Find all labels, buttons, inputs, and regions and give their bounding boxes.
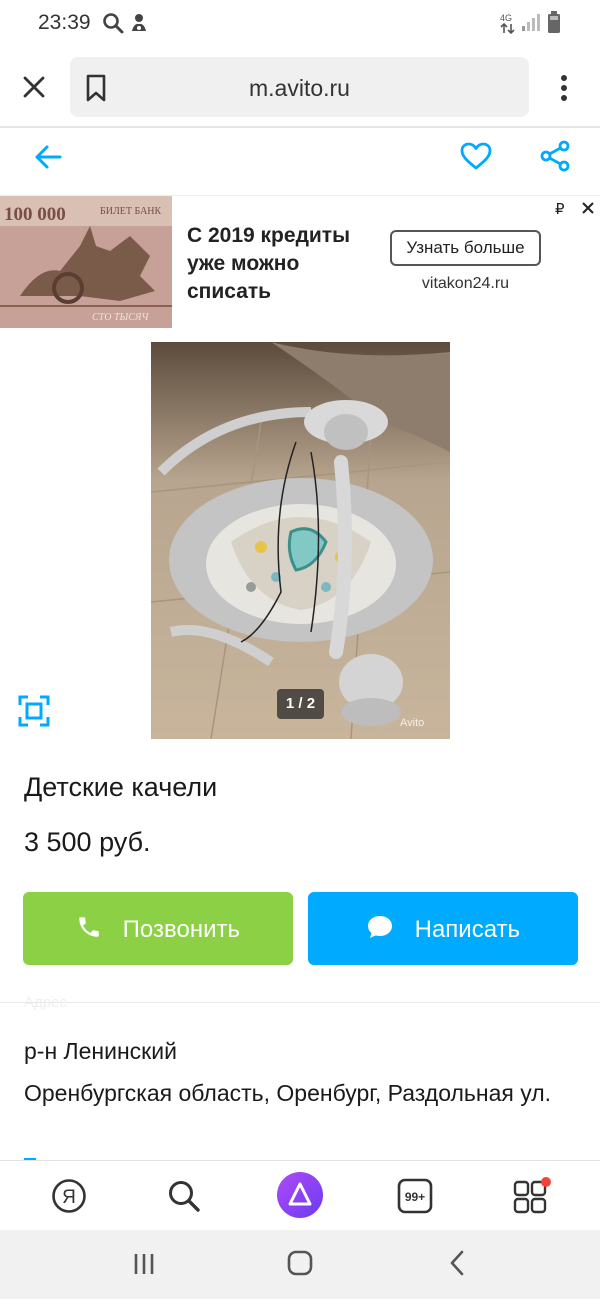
photo-counter: 1 / 2 <box>277 689 324 719</box>
baby-swing-photo <box>151 342 450 739</box>
browser-toolbar: m.avito.ru <box>0 46 600 128</box>
ad-domain[interactable]: vitakon24.ru <box>390 275 541 293</box>
banknote-illustration: 100 000 БИЛЕТ БАНК СТО ТЫСЯЧ <box>0 196 172 328</box>
heart-icon[interactable] <box>460 142 492 175</box>
battery-icon <box>547 10 561 39</box>
status-time: 23:39 <box>38 11 91 34</box>
ad-headline[interactable]: С 2019 кредиты уже можно списать <box>187 222 377 306</box>
phone-icon <box>76 916 123 943</box>
address: Оренбургская область, Оренбург, Раздольн… <box>24 1080 552 1106</box>
call-button[interactable]: Позвонить <box>23 892 293 965</box>
listing-photo[interactable] <box>151 342 450 739</box>
call-button-label: Позвонить <box>122 916 240 943</box>
divider <box>0 1002 600 1003</box>
apps-icon[interactable] <box>513 1176 553 1221</box>
search-icon[interactable] <box>166 1178 202 1219</box>
svg-text:4G: 4G <box>500 13 512 23</box>
back-icon[interactable] <box>448 1250 466 1281</box>
fullscreen-icon[interactable] <box>18 695 50 732</box>
close-icon[interactable] <box>22 75 46 104</box>
svg-text:99+: 99+ <box>405 1190 425 1204</box>
ad-banner[interactable]: 100 000 БИЛЕТ БАНК СТО ТЫСЯЧ С 2019 кред… <box>0 196 600 332</box>
bottom-toolbar: Я 99+ <box>0 1160 600 1230</box>
system-nav-bar <box>0 1230 600 1299</box>
photo-gallery[interactable]: 1 / 2 Avito <box>0 340 600 740</box>
share-icon[interactable] <box>540 140 570 177</box>
ad-image[interactable]: 100 000 БИЛЕТ БАНК СТО ТЫСЯЧ <box>0 196 172 328</box>
signal-icon <box>520 12 540 37</box>
ad-currency-mark: ₽ <box>555 201 565 218</box>
watermark: Avito <box>400 717 425 729</box>
svg-text:100 000: 100 000 <box>4 204 66 225</box>
chat-bubble-icon <box>366 916 415 943</box>
yandex-icon[interactable]: Я <box>51 1178 87 1219</box>
svg-text:СТО ТЫСЯЧ: СТО ТЫСЯЧ <box>92 312 149 323</box>
data-arrows-icon: 4G <box>500 12 516 39</box>
more-vert-icon[interactable] <box>560 74 568 107</box>
listing-price: 3 500 руб. <box>24 827 151 857</box>
ad-cta-button[interactable]: Узнать больше <box>390 230 541 266</box>
status-bar: 23:39 4G <box>0 0 600 46</box>
write-button-label: Написать <box>414 916 521 943</box>
district: р-н Ленинский <box>24 1038 177 1064</box>
listing-title: Детские качели <box>24 772 218 802</box>
svg-text:БИЛЕТ БАНК: БИЛЕТ БАНК <box>100 206 162 217</box>
ad-close-icon[interactable] <box>580 200 596 221</box>
address-bar[interactable]: m.avito.ru <box>70 57 529 117</box>
search-icon <box>102 12 124 39</box>
alice-icon[interactable] <box>276 1171 324 1224</box>
write-button[interactable]: Написать <box>308 892 578 965</box>
url-text: m.avito.ru <box>249 75 350 101</box>
tabs-icon[interactable]: 99+ <box>397 1178 433 1219</box>
recents-icon[interactable] <box>133 1252 155 1281</box>
svg-text:Я: Я <box>62 1187 76 1208</box>
home-icon[interactable] <box>287 1250 313 1281</box>
site-header <box>0 130 600 196</box>
notification-icon <box>130 12 148 39</box>
back-arrow-icon[interactable] <box>34 144 62 175</box>
